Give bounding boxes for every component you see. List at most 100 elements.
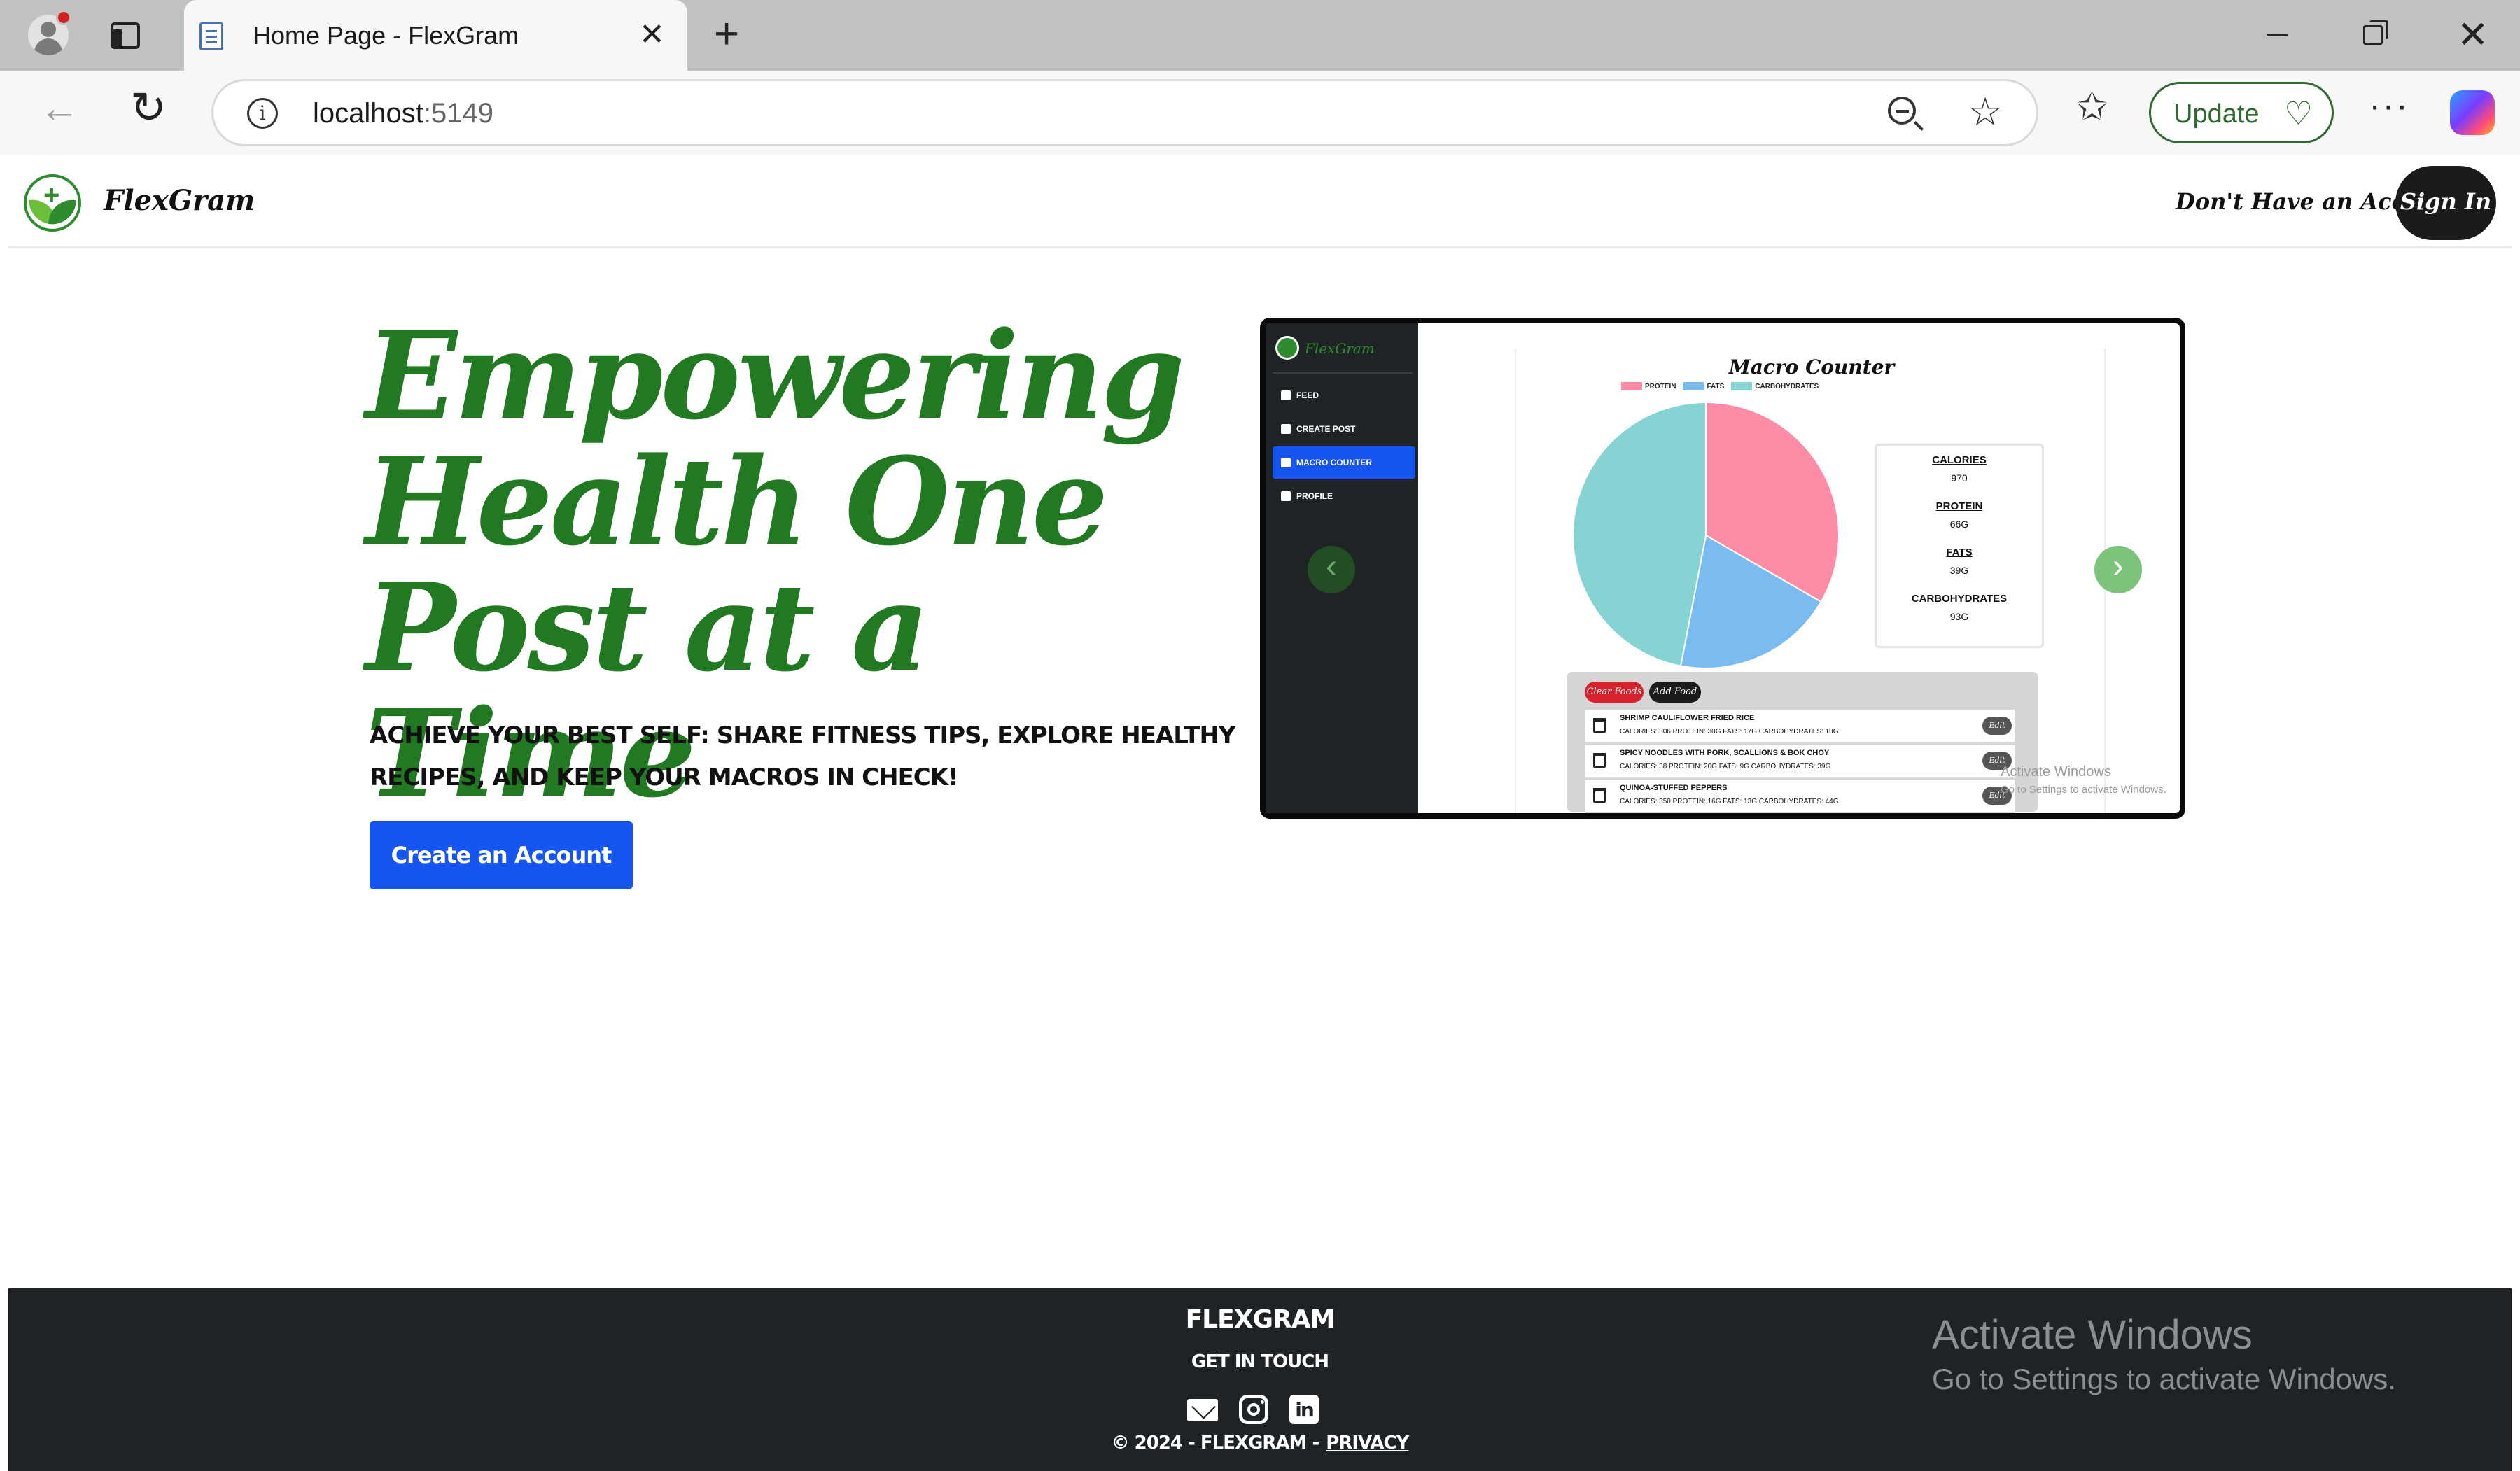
edit-food-button: Edit: [1982, 717, 2012, 735]
mail-icon[interactable]: [1187, 1399, 1218, 1421]
trash-icon: [1593, 718, 1606, 733]
stat-label: CALORIES: [1932, 454, 1987, 466]
page-favicon-icon: [200, 22, 223, 50]
info-icon[interactable]: i: [247, 98, 278, 129]
zoom-out-icon[interactable]: [1888, 97, 1916, 125]
preview-nav-feed: Feed: [1273, 379, 1415, 411]
star-icon[interactable]: ☆: [1968, 91, 2003, 133]
preview-sidebar: FlexGram Feed Create Post Macro Counter …: [1266, 323, 1418, 813]
carousel-next-icon[interactable]: ›: [2094, 546, 2142, 593]
site-footer: FLEXGRAM GET IN TOUCH in © 2024 - FLEXGR…: [8, 1288, 2512, 1471]
update-button[interactable]: Update ♡: [2149, 82, 2334, 143]
legend-label: PROTEIN: [1645, 382, 1676, 390]
food-row: SPICY NOODLES WITH PORK, SCALLIONS & BOK…: [1585, 745, 2015, 778]
food-macros: CALORIES: 306 PROTEIN: 30G FATS: 17G CAR…: [1620, 728, 1839, 736]
watermark-line1: Activate Windows: [1932, 1312, 2253, 1358]
window-restore-icon[interactable]: [2363, 20, 2388, 45]
url-host: localhost: [313, 98, 424, 129]
pie-slice-carbohydrates: [1572, 401, 1707, 667]
legend-item: FATS: [1683, 379, 1724, 393]
instagram-icon[interactable]: [1239, 1395, 1268, 1424]
footer-copyright: © 2024 - FLEXGRAM - PRIVACY: [8, 1433, 2512, 1454]
macro-stats-box: CALORIES 970 PROTEIN 66G FATS 39G CARBOH…: [1875, 444, 2044, 648]
favorites-icon[interactable]: ✩: [2076, 86, 2108, 128]
legend-item: CARBOHYDRATES: [1731, 379, 1819, 393]
trash-icon: [1593, 753, 1606, 768]
food-name: SHRIMP CAULIFLOWER FRIED RICE: [1620, 714, 1755, 722]
page-content: + FlexGram Don't Have an Account? Sign I…: [8, 155, 2512, 1471]
carousel-prev-icon[interactable]: ‹: [1308, 546, 1355, 593]
browser-tab-bar: Home Page - FlexGram ✕ + ✕: [0, 0, 2520, 71]
food-row: QUINOA-STUFFED PEPPERS CALORIES: 350 PRO…: [1585, 780, 2015, 813]
stat-label: CARBOHYDRATES: [1911, 593, 2008, 605]
footer-social-links: in: [1187, 1392, 1334, 1428]
create-account-label: Create an Account: [391, 842, 612, 868]
macro-pie-chart: [1572, 401, 1840, 669]
copilot-icon[interactable]: [2450, 90, 2495, 135]
food-macros: CALORIES: 38 PROTEIN: 20G FATS: 9G CARBO…: [1620, 763, 1831, 770]
back-arrow-icon[interactable]: ←: [39, 87, 80, 129]
preview-nav-label: Macro Counter: [1296, 458, 1372, 467]
linkedin-icon[interactable]: in: [1289, 1395, 1319, 1424]
legend-swatch: [1683, 382, 1704, 390]
legend-label: CARBOHYDRATES: [1755, 382, 1819, 390]
stat-label: FATS: [1946, 547, 1973, 558]
food-macros: CALORIES: 350 PROTEIN: 16G FATS: 13G CAR…: [1620, 798, 1839, 805]
stat-value: 39G: [1949, 565, 1969, 576]
legend-swatch: [1621, 382, 1642, 390]
food-name: QUINOA-STUFFED PEPPERS: [1620, 784, 1728, 792]
notification-dot: [56, 10, 71, 25]
app-preview-carousel: FlexGram Feed Create Post Macro Counter …: [1260, 318, 2185, 819]
preview-nav-label: Profile: [1296, 491, 1334, 501]
browser-toolbar: ← ↻ i localhost:5149 ☆ ✩ Update ♡ ···: [0, 71, 2520, 155]
flexgram-logo-icon[interactable]: +: [24, 174, 81, 232]
preview-brand: FlexGram: [1305, 340, 1375, 357]
chart-legend: PROTEIN FATS CARBOHYDRATES: [1621, 379, 1819, 393]
macro-counter-icon: [1281, 458, 1291, 467]
address-bar[interactable]: i localhost:5149 ☆: [211, 79, 2038, 146]
privacy-link[interactable]: PRIVACY: [1326, 1433, 1409, 1454]
browser-tab[interactable]: Home Page - FlexGram ✕: [184, 0, 687, 71]
health-heart-icon: ♡: [2284, 95, 2314, 132]
sign-in-label: Sign In: [2400, 188, 2492, 215]
preview-nav-profile: Profile: [1273, 480, 1415, 512]
food-list-panel: Clear Foods Add Food SHRIMP CAULIFLOWER …: [1567, 672, 2038, 813]
create-account-button[interactable]: Create an Account: [370, 821, 633, 889]
avatar-body: [34, 38, 62, 55]
tab-close-icon[interactable]: ✕: [639, 18, 665, 52]
more-icon[interactable]: ···: [2369, 86, 2409, 125]
profile-icon: [1281, 491, 1291, 501]
tab-title: Home Page - FlexGram: [253, 21, 519, 50]
create-post-icon: [1281, 424, 1291, 434]
url-text[interactable]: localhost:5149: [313, 98, 493, 129]
watermark-line2: Go to Settings to activate Windows.: [1932, 1363, 2396, 1395]
preview-nav-label: Create Post: [1296, 424, 1356, 434]
tab-actions-icon[interactable]: [111, 22, 140, 49]
preview-nav-create-post: Create Post: [1273, 413, 1415, 445]
brand-name[interactable]: FlexGram: [104, 184, 255, 217]
preview-divider: [1273, 372, 1413, 374]
preview-nav-macro-counter: Macro Counter: [1273, 446, 1415, 479]
reload-icon[interactable]: ↻: [130, 86, 167, 131]
new-tab-icon[interactable]: +: [714, 11, 739, 57]
stat-label: PROTEIN: [1935, 500, 1983, 512]
avatar-head: [41, 22, 56, 37]
legend-label: FATS: [1707, 382, 1725, 390]
legend-item: PROTEIN: [1621, 379, 1676, 393]
preview-watermark-line1: Activate Windows: [2001, 764, 2111, 780]
preview-watermark-line2: Go to Settings to activate Windows.: [2001, 784, 2166, 796]
update-label: Update: [2174, 99, 2260, 129]
preview-logo-icon: [1275, 336, 1299, 360]
window-minimize-icon[interactable]: [2267, 34, 2288, 36]
sign-in-button[interactable]: Sign In: [2395, 166, 2496, 240]
feed-icon: [1281, 390, 1291, 400]
food-name: SPICY NOODLES WITH PORK, SCALLIONS & BOK…: [1620, 749, 1830, 757]
legend-swatch: [1731, 382, 1753, 390]
window-close-icon[interactable]: ✕: [2457, 15, 2488, 55]
preview-activation-watermark: Activate Windows Go to Settings to activ…: [2001, 763, 2166, 799]
food-row: SHRIMP CAULIFLOWER FRIED RICE CALORIES: …: [1585, 710, 2015, 743]
add-food-button: Add Food: [1649, 682, 1701, 703]
stat-value: 66G: [1949, 519, 1969, 530]
logo-cross: +: [43, 180, 60, 211]
url-port: :5149: [423, 98, 493, 129]
